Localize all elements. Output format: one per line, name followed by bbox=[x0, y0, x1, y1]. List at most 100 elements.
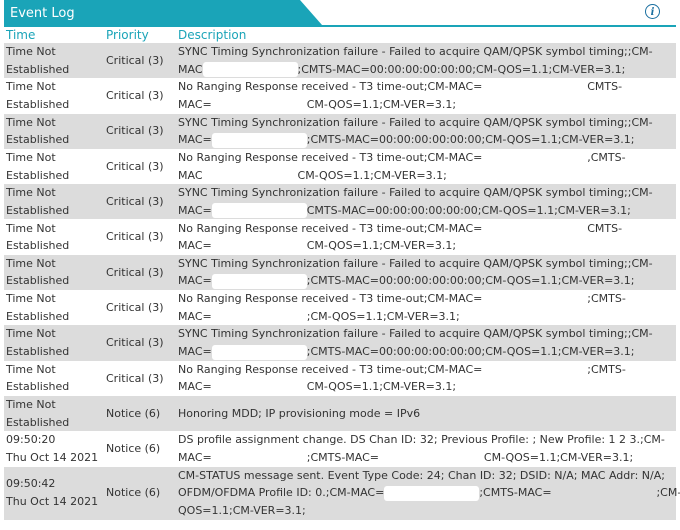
time-line: Established bbox=[6, 203, 70, 217]
description-text: MAC= bbox=[178, 345, 212, 359]
description-text: ;CM-QOS=1.1;CM-VER=3.1; bbox=[306, 309, 460, 323]
cell-description: No Ranging Response received - T3 time-o… bbox=[174, 219, 676, 255]
column-header-time: Time bbox=[6, 28, 36, 42]
info-icon[interactable]: i bbox=[645, 4, 660, 19]
time-line: Established bbox=[6, 380, 70, 394]
table-row: 09:50:42 Thu Oct 14 2021 Notice (6) CM-STAT… bbox=[4, 466, 680, 520]
redacted-value bbox=[211, 238, 307, 254]
cell-time: Time Not Established bbox=[4, 78, 102, 114]
description-line: MAC= CM-QOS=1.1;CM-VER=3.1; bbox=[178, 378, 674, 396]
table-row: Time Not Established Critical (3) SYNC Timi… bbox=[4, 325, 676, 361]
time-line: Time Not bbox=[6, 115, 56, 129]
description-line: No Ranging Response received - T3 time-o… bbox=[178, 362, 626, 376]
time-line: Time Not bbox=[6, 221, 56, 235]
description-text: MAC= bbox=[178, 380, 212, 394]
time-line: 09:50:20 bbox=[6, 433, 56, 447]
table-row: Time Not Established Notice (6) Honoring MD… bbox=[4, 395, 676, 432]
cell-description: No Ranging Response received - T3 time-o… bbox=[174, 290, 676, 326]
redacted-value bbox=[202, 168, 298, 184]
description-text: MAC bbox=[178, 62, 203, 76]
cell-time: Time Not Established bbox=[4, 148, 102, 185]
cell-priority: Critical (3) bbox=[102, 43, 174, 79]
redacted-value bbox=[211, 450, 307, 466]
time-line: Time Not bbox=[6, 80, 56, 94]
description-text: MAC= bbox=[178, 97, 212, 111]
description-line: No Ranging Response received - T3 time-o… bbox=[178, 221, 623, 235]
redacted-value bbox=[211, 132, 307, 148]
description-text: ;CMTS-MAC=00:00:00:00:00:00;CM-QOS=1.1;C… bbox=[306, 345, 635, 359]
time-line: Time Not bbox=[6, 45, 56, 59]
description-text: MAC= bbox=[178, 133, 212, 147]
redacted-value bbox=[211, 379, 307, 395]
cell-time: 09:50:20 Thu Oct 14 2021 bbox=[4, 431, 102, 467]
time-line: Established bbox=[6, 274, 70, 288]
time-line: Established bbox=[6, 309, 70, 323]
cell-priority: Critical (3) bbox=[102, 219, 174, 255]
description-line: No Ranging Response received - T3 time-o… bbox=[178, 80, 623, 94]
description-line: DS profile assignment change. DS Chan ID… bbox=[178, 433, 665, 447]
description-line: MAC= ;CMTS-MAC= CM-QOS=1.1;CM-VER=3.1; bbox=[178, 449, 674, 467]
description-line: OFDM/OFDMA Profile ID: 0.;CM-MAC= ;CMTS-M… bbox=[178, 484, 680, 502]
column-header-description: Description bbox=[178, 28, 247, 42]
time-line: Established bbox=[6, 239, 70, 253]
table-row: Time Not Established Critical (3) SYNC Timi… bbox=[4, 184, 676, 220]
description-text: ;CMTS-MAC= ;CM- bbox=[479, 486, 680, 500]
event-log-panel: Event Log i Time Priority Description Ti… bbox=[0, 0, 680, 530]
cell-time: Time Not Established bbox=[4, 113, 102, 149]
cell-priority: Critical (3) bbox=[102, 113, 174, 149]
description-text: CM-QOS=1.1;CM-VER=3.1; bbox=[306, 97, 457, 111]
cell-priority: Critical (3) bbox=[102, 360, 174, 396]
time-line: Time Not bbox=[6, 398, 56, 412]
column-header-priority: Priority bbox=[106, 28, 149, 42]
cell-time: Time Not Established bbox=[4, 184, 102, 220]
description-text: ;CMTS-MAC=00:00:00:00:00:00;CM-QOS=1.1;C… bbox=[306, 274, 635, 288]
description-line: No Ranging Response received - T3 time-o… bbox=[178, 150, 626, 164]
cell-description: DS profile assignment change. DS Chan ID… bbox=[174, 431, 676, 467]
table-row: Time Not Established Critical (3) No Rangin… bbox=[4, 290, 676, 326]
time-line: Time Not bbox=[6, 186, 56, 200]
cell-time: Time Not Established bbox=[4, 290, 102, 326]
cell-priority: Critical (3) bbox=[102, 325, 174, 361]
redacted-value bbox=[384, 485, 480, 501]
description-line: MAC= ;CMTS-MAC=00:00:00:00:00:00;CM-QOS=1… bbox=[178, 272, 674, 290]
description-line: MAC CM-QOS=1.1;CM-VER=3.1; bbox=[178, 167, 674, 185]
description-line: MAC= CMTS-MAC=00:00:00:00:00:00;CM-QOS=1.… bbox=[178, 202, 674, 220]
cell-priority: Notice (6) bbox=[102, 395, 174, 432]
description-line: SYNC Timing Synchronization failure - Fa… bbox=[178, 115, 653, 129]
description-line: SYNC Timing Synchronization failure - Fa… bbox=[178, 45, 653, 59]
description-text: MAC bbox=[178, 168, 203, 182]
description-text: OFDM/OFDMA Profile ID: 0.;CM-MAC= bbox=[178, 486, 385, 500]
cell-priority: Critical (3) bbox=[102, 148, 174, 185]
cell-time: Time Not Established bbox=[4, 219, 102, 255]
description-line: SYNC Timing Synchronization failure - Fa… bbox=[178, 327, 653, 341]
time-line: Thu Oct 14 2021 bbox=[6, 495, 99, 509]
time-line: 09:50:42 bbox=[6, 477, 56, 491]
cell-description: CM-STATUS message sent. Event Type Code:… bbox=[174, 466, 680, 520]
redacted-value bbox=[211, 273, 307, 289]
description-text: CM-QOS=1.1;CM-VER=3.1; bbox=[306, 239, 457, 253]
description-text: CM-QOS=1.1;CM-VER=3.1; bbox=[306, 380, 457, 394]
cell-description: SYNC Timing Synchronization failure - Fa… bbox=[174, 43, 676, 79]
description-text: MAC= bbox=[178, 450, 212, 464]
table-row: Time Not Established Critical (3) No Rangin… bbox=[4, 219, 676, 255]
description-line: No Ranging Response received - T3 time-o… bbox=[178, 292, 626, 306]
description-line: MAC ;CMTS-MAC=00:00:00:00:00:00;CM-QOS=1.… bbox=[178, 61, 674, 79]
cell-time: Time Not Established bbox=[4, 360, 102, 396]
event-log-body: Time Not Established Critical (3) SYNC Timi… bbox=[4, 43, 680, 520]
panel-header: Event Log i bbox=[4, 0, 676, 27]
cell-priority: Critical (3) bbox=[102, 290, 174, 326]
cell-description: SYNC Timing Synchronization failure - Fa… bbox=[174, 254, 676, 291]
description-text: ;CMTS-MAC=00:00:00:00:00:00;CM-QOS=1.1;C… bbox=[297, 62, 626, 76]
description-text: CMTS-MAC=00:00:00:00:00:00;CM-QOS=1.1;CM… bbox=[306, 203, 631, 217]
time-line: Time Not bbox=[6, 150, 56, 164]
cell-time: 09:50:42 Thu Oct 14 2021 bbox=[4, 466, 102, 520]
time-line: Time Not bbox=[6, 327, 56, 341]
time-line: Time Not bbox=[6, 256, 56, 270]
table-row: Time Not Established Critical (3) No Rangin… bbox=[4, 78, 676, 114]
time-line: Established bbox=[6, 62, 70, 76]
redacted-value bbox=[211, 203, 307, 219]
redacted-value bbox=[211, 97, 307, 113]
table-row: Time Not Established Critical (3) No Rangin… bbox=[4, 360, 676, 396]
description-line: CM-STATUS message sent. Event Type Code:… bbox=[178, 468, 665, 482]
time-line: Time Not bbox=[6, 362, 56, 376]
